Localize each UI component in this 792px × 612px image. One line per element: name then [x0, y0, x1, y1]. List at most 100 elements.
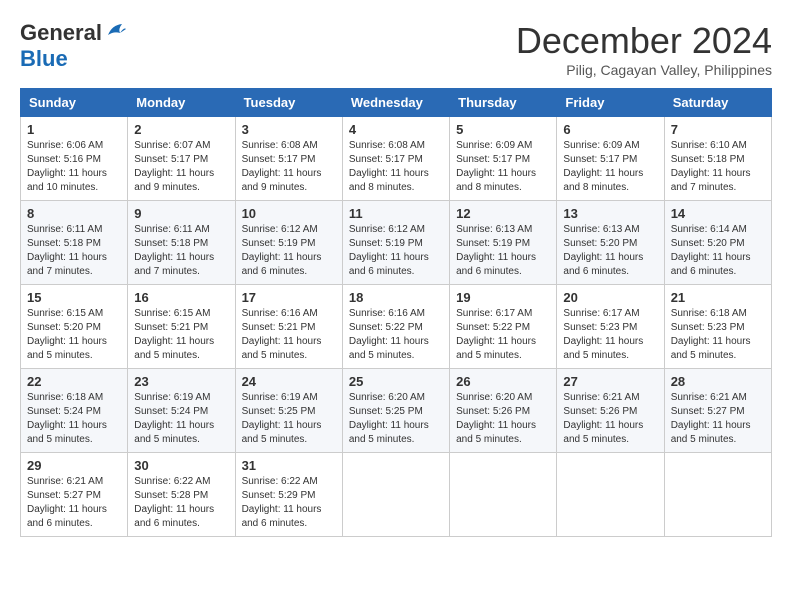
- sunrise-label: Sunrise: 6:16 AM: [242, 308, 318, 319]
- sunset-label: Sunset: 5:19 PM: [242, 238, 316, 249]
- sunset-label: Sunset: 5:25 PM: [349, 406, 423, 417]
- daylight-label: Daylight: 11 hours and 7 minutes.: [27, 252, 107, 277]
- calendar-cell: 11 Sunrise: 6:12 AM Sunset: 5:19 PM Dayl…: [342, 201, 449, 285]
- sunrise-label: Sunrise: 6:13 AM: [456, 224, 532, 235]
- sunrise-label: Sunrise: 6:12 AM: [242, 224, 318, 235]
- sunset-label: Sunset: 5:17 PM: [242, 154, 316, 165]
- sunrise-label: Sunrise: 6:14 AM: [671, 224, 747, 235]
- day-info: Sunrise: 6:12 AM Sunset: 5:19 PM Dayligh…: [242, 223, 336, 279]
- day-number: 8: [27, 206, 121, 221]
- sunrise-label: Sunrise: 6:08 AM: [349, 140, 425, 151]
- calendar-cell: 12 Sunrise: 6:13 AM Sunset: 5:19 PM Dayl…: [450, 201, 557, 285]
- sunset-label: Sunset: 5:18 PM: [27, 238, 101, 249]
- day-info: Sunrise: 6:13 AM Sunset: 5:19 PM Dayligh…: [456, 223, 550, 279]
- day-info: Sunrise: 6:20 AM Sunset: 5:26 PM Dayligh…: [456, 391, 550, 447]
- calendar-week-row: 22 Sunrise: 6:18 AM Sunset: 5:24 PM Dayl…: [21, 369, 772, 453]
- sunrise-label: Sunrise: 6:10 AM: [671, 140, 747, 151]
- calendar-cell: 29 Sunrise: 6:21 AM Sunset: 5:27 PM Dayl…: [21, 453, 128, 537]
- calendar-cell: 9 Sunrise: 6:11 AM Sunset: 5:18 PM Dayli…: [128, 201, 235, 285]
- logo-text-general: General: [20, 20, 102, 46]
- daylight-label: Daylight: 11 hours and 7 minutes.: [671, 168, 751, 193]
- day-number: 18: [349, 290, 443, 305]
- logo-bird-icon: [104, 23, 126, 41]
- daylight-label: Daylight: 11 hours and 8 minutes.: [563, 168, 643, 193]
- title-section: December 2024 Pilig, Cagayan Valley, Phi…: [516, 20, 772, 78]
- calendar-cell: 8 Sunrise: 6:11 AM Sunset: 5:18 PM Dayli…: [21, 201, 128, 285]
- daylight-label: Daylight: 11 hours and 5 minutes.: [671, 420, 751, 445]
- sunrise-label: Sunrise: 6:19 AM: [242, 392, 318, 403]
- calendar-cell: 22 Sunrise: 6:18 AM Sunset: 5:24 PM Dayl…: [21, 369, 128, 453]
- sunrise-label: Sunrise: 6:21 AM: [563, 392, 639, 403]
- sunset-label: Sunset: 5:20 PM: [563, 238, 637, 249]
- day-info: Sunrise: 6:11 AM Sunset: 5:18 PM Dayligh…: [27, 223, 121, 279]
- day-number: 3: [242, 122, 336, 137]
- calendar-cell: 14 Sunrise: 6:14 AM Sunset: 5:20 PM Dayl…: [664, 201, 771, 285]
- day-info: Sunrise: 6:22 AM Sunset: 5:29 PM Dayligh…: [242, 475, 336, 531]
- daylight-label: Daylight: 11 hours and 5 minutes.: [242, 336, 322, 361]
- sunrise-label: Sunrise: 6:11 AM: [27, 224, 102, 235]
- day-number: 16: [134, 290, 228, 305]
- calendar-cell: 1 Sunrise: 6:06 AM Sunset: 5:16 PM Dayli…: [21, 117, 128, 201]
- sunrise-label: Sunrise: 6:12 AM: [349, 224, 425, 235]
- day-number: 15: [27, 290, 121, 305]
- sunset-label: Sunset: 5:21 PM: [134, 322, 208, 333]
- day-number: 7: [671, 122, 765, 137]
- daylight-label: Daylight: 11 hours and 9 minutes.: [242, 168, 322, 193]
- logo: General Blue: [20, 20, 126, 72]
- weekday-header-monday: Monday: [128, 89, 235, 117]
- sunrise-label: Sunrise: 6:22 AM: [134, 476, 210, 487]
- day-number: 5: [456, 122, 550, 137]
- daylight-label: Daylight: 11 hours and 5 minutes.: [242, 420, 322, 445]
- day-number: 1: [27, 122, 121, 137]
- day-number: 11: [349, 206, 443, 221]
- day-number: 14: [671, 206, 765, 221]
- calendar-week-row: 15 Sunrise: 6:15 AM Sunset: 5:20 PM Dayl…: [21, 285, 772, 369]
- day-number: 24: [242, 374, 336, 389]
- calendar-cell: 30 Sunrise: 6:22 AM Sunset: 5:28 PM Dayl…: [128, 453, 235, 537]
- calendar-cell: 3 Sunrise: 6:08 AM Sunset: 5:17 PM Dayli…: [235, 117, 342, 201]
- sunrise-label: Sunrise: 6:22 AM: [242, 476, 318, 487]
- calendar-cell: 19 Sunrise: 6:17 AM Sunset: 5:22 PM Dayl…: [450, 285, 557, 369]
- sunset-label: Sunset: 5:22 PM: [456, 322, 530, 333]
- day-number: 27: [563, 374, 657, 389]
- day-info: Sunrise: 6:18 AM Sunset: 5:23 PM Dayligh…: [671, 307, 765, 363]
- day-number: 12: [456, 206, 550, 221]
- sunrise-label: Sunrise: 6:09 AM: [563, 140, 639, 151]
- daylight-label: Daylight: 11 hours and 5 minutes.: [563, 336, 643, 361]
- daylight-label: Daylight: 11 hours and 5 minutes.: [456, 336, 536, 361]
- sunrise-label: Sunrise: 6:15 AM: [134, 308, 210, 319]
- daylight-label: Daylight: 11 hours and 5 minutes.: [134, 420, 214, 445]
- sunset-label: Sunset: 5:17 PM: [456, 154, 530, 165]
- day-number: 22: [27, 374, 121, 389]
- day-info: Sunrise: 6:11 AM Sunset: 5:18 PM Dayligh…: [134, 223, 228, 279]
- daylight-label: Daylight: 11 hours and 9 minutes.: [134, 168, 214, 193]
- daylight-label: Daylight: 11 hours and 10 minutes.: [27, 168, 107, 193]
- calendar-cell: 13 Sunrise: 6:13 AM Sunset: 5:20 PM Dayl…: [557, 201, 664, 285]
- day-info: Sunrise: 6:21 AM Sunset: 5:27 PM Dayligh…: [27, 475, 121, 531]
- weekday-header-thursday: Thursday: [450, 89, 557, 117]
- daylight-label: Daylight: 11 hours and 6 minutes.: [563, 252, 643, 277]
- day-number: 6: [563, 122, 657, 137]
- weekday-header-tuesday: Tuesday: [235, 89, 342, 117]
- sunrise-label: Sunrise: 6:06 AM: [27, 140, 103, 151]
- sunset-label: Sunset: 5:23 PM: [563, 322, 637, 333]
- daylight-label: Daylight: 11 hours and 5 minutes.: [349, 420, 429, 445]
- day-info: Sunrise: 6:21 AM Sunset: 5:26 PM Dayligh…: [563, 391, 657, 447]
- day-info: Sunrise: 6:19 AM Sunset: 5:24 PM Dayligh…: [134, 391, 228, 447]
- sunset-label: Sunset: 5:16 PM: [27, 154, 101, 165]
- month-title: December 2024: [516, 20, 772, 62]
- sunrise-label: Sunrise: 6:18 AM: [671, 308, 747, 319]
- calendar-cell: [342, 453, 449, 537]
- sunrise-label: Sunrise: 6:21 AM: [671, 392, 747, 403]
- sunrise-label: Sunrise: 6:08 AM: [242, 140, 318, 151]
- sunrise-label: Sunrise: 6:21 AM: [27, 476, 103, 487]
- sunset-label: Sunset: 5:23 PM: [671, 322, 745, 333]
- sunset-label: Sunset: 5:27 PM: [27, 490, 101, 501]
- day-info: Sunrise: 6:16 AM Sunset: 5:22 PM Dayligh…: [349, 307, 443, 363]
- day-info: Sunrise: 6:08 AM Sunset: 5:17 PM Dayligh…: [242, 139, 336, 195]
- day-number: 19: [456, 290, 550, 305]
- calendar-cell: 16 Sunrise: 6:15 AM Sunset: 5:21 PM Dayl…: [128, 285, 235, 369]
- calendar-cell: [664, 453, 771, 537]
- sunset-label: Sunset: 5:20 PM: [27, 322, 101, 333]
- day-info: Sunrise: 6:09 AM Sunset: 5:17 PM Dayligh…: [563, 139, 657, 195]
